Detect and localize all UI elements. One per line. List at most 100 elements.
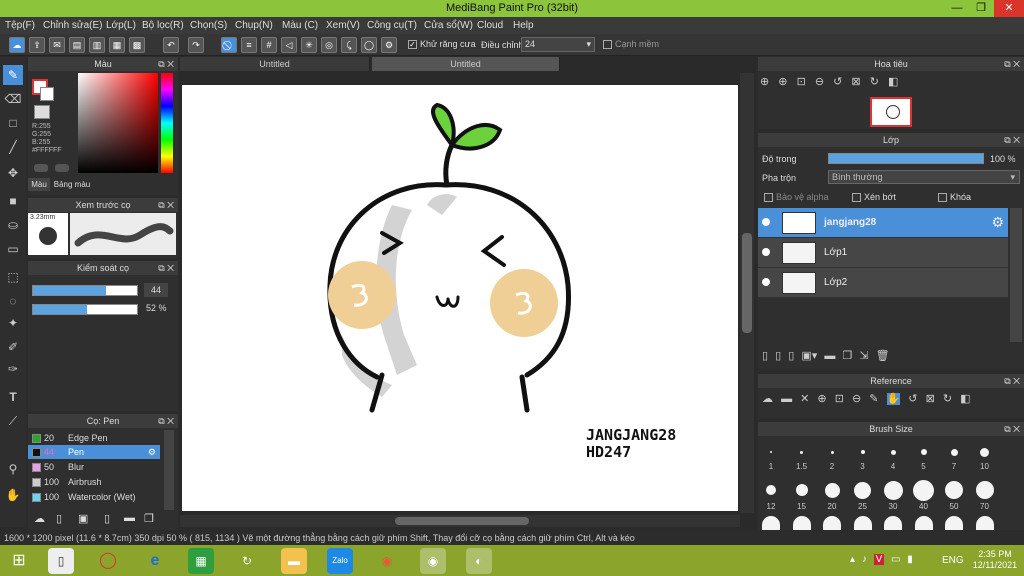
brush-size-dot[interactable] (823, 516, 841, 530)
cloud-icon[interactable]: ☁ (762, 393, 773, 405)
new-layer-icon[interactable]: ▯ (762, 350, 768, 362)
cloud-icon[interactable]: ☁ (9, 37, 25, 53)
clipping-option[interactable]: Xén bớt (852, 192, 896, 203)
brush-size-dot[interactable] (890, 449, 896, 455)
zalo-icon[interactable]: Zalo (327, 548, 353, 574)
vertical-scrollbar[interactable] (740, 73, 754, 513)
perspective-icon[interactable]: ◁ (281, 37, 297, 53)
select-tool-icon[interactable]: ⬚ (3, 267, 23, 287)
text-tool-icon[interactable]: T (3, 387, 23, 407)
snap-settings-icon[interactable]: ⚙ (381, 37, 397, 53)
chrome-active-icon[interactable]: ◉ (420, 548, 446, 574)
rotate-right-icon[interactable]: ↻ (943, 393, 952, 405)
zoom-in-icon[interactable]: ⊕ (817, 393, 826, 405)
brush-size-dot[interactable] (860, 450, 865, 454)
cloud-icon[interactable]: ☁ (34, 512, 45, 525)
zoom-out-icon[interactable]: ⊖ (815, 76, 824, 88)
bucket-tool-icon[interactable]: ⛀ (3, 215, 23, 235)
tab-untitled-1[interactable]: Untitled (180, 57, 370, 71)
close-icon[interactable]: ⧉ ✕ (1004, 422, 1020, 436)
soft-edge-option[interactable]: Cạnh mềm (603, 39, 659, 50)
menu-cloud[interactable]: Cloud (477, 20, 503, 31)
copy-icon[interactable]: ❐ (144, 512, 154, 525)
circle-snap-icon[interactable]: ◎ (321, 37, 337, 53)
hand-tool-icon[interactable]: ✋ (3, 485, 23, 505)
antialias-checkbox[interactable]: ✓ (408, 40, 417, 50)
eyedropper-tool-icon[interactable]: ⚲ (3, 459, 23, 479)
menu-file[interactable]: Tệp(F) (5, 20, 35, 31)
page-icon[interactable]: ▥ (89, 37, 105, 53)
menu-window[interactable]: Cửa sổ(W) (424, 20, 473, 31)
medibang-icon[interactable]: ◐ (466, 548, 492, 574)
remove-color-icon[interactable] (55, 164, 69, 172)
layer-list-scrollbar[interactable] (1010, 208, 1022, 342)
lasso-tool-icon[interactable]: ◌ (3, 291, 23, 311)
folder-icon[interactable]: ▬ (824, 350, 835, 362)
curve-snap-icon[interactable]: ⤹ (341, 37, 357, 53)
delete-layer-icon[interactable]: 🗑 (876, 350, 890, 362)
visibility-icon[interactable] (762, 278, 770, 286)
layer-row-lop2[interactable]: Lớp2 (758, 268, 1008, 298)
redo-icon[interactable]: ↷ (188, 37, 204, 53)
maximize-button[interactable]: ❐ (968, 0, 994, 17)
document-icon[interactable]: ▤ (69, 37, 85, 53)
tiles-icon[interactable]: ▩ (129, 37, 145, 53)
close-icon[interactable]: ⧉ ✕ (1004, 57, 1020, 71)
new-halftone-layer-icon[interactable]: ▯ (788, 350, 794, 362)
rotate-right-icon[interactable]: ↻ (870, 76, 879, 88)
windows-start-icon[interactable]: ⊞ (6, 548, 32, 574)
close-icon[interactable]: ⧉ ✕ (1004, 133, 1020, 147)
drawing-canvas[interactable]: JANGJANG28 HD247 (182, 85, 738, 511)
lock-checkbox[interactable] (938, 193, 947, 203)
brush-size-value[interactable]: 44 (144, 283, 168, 297)
hue-slider[interactable] (161, 73, 173, 173)
share-icon[interactable]: ⇪ (29, 37, 45, 53)
fit-window-icon[interactable]: ⊡ (797, 76, 806, 88)
chat-icon[interactable]: ✉ (49, 37, 65, 53)
layer-row-lop1[interactable]: Lớp1 (758, 238, 1008, 268)
rotate-left-icon[interactable]: ↺ (833, 76, 842, 88)
radial-icon[interactable]: ✳ (301, 37, 317, 53)
menu-filter[interactable]: Bộ lọc(R) (142, 20, 184, 31)
brush-menu-icon[interactable]: ▣ (78, 512, 88, 525)
navigator-thumbnail[interactable] (870, 97, 912, 127)
new-color-layer-icon[interactable]: ▯ (775, 350, 781, 362)
brush-item-airbrush[interactable]: 100 Airbrush (28, 475, 160, 489)
brush-size-dot[interactable] (914, 516, 933, 530)
fill-rect-tool-icon[interactable]: ■ (3, 191, 23, 211)
rectangle-tool-icon[interactable]: □ (3, 113, 23, 133)
store-icon[interactable]: ▦ (188, 548, 214, 574)
move-tool-icon[interactable]: ✥ (3, 163, 23, 183)
transparent-color-swatch[interactable] (34, 105, 50, 119)
ie-icon[interactable]: e (142, 548, 168, 574)
brush-size-dot[interactable] (853, 516, 872, 530)
brush-tool-icon[interactable]: ✎ (3, 65, 23, 85)
menu-view[interactable]: Xem(V) (326, 20, 360, 31)
add-color-icon[interactable] (34, 164, 48, 172)
horizontal-scrollbar[interactable] (180, 515, 740, 527)
flip-icon[interactable]: ⊠ (851, 76, 860, 88)
merge-layer-icon[interactable]: ⇲ (859, 350, 868, 362)
new-brush-icon[interactable]: ▯ (56, 512, 62, 525)
eyedropper-icon[interactable]: ✎ (869, 393, 878, 405)
close-icon[interactable]: ⧉ ✕ (158, 414, 174, 428)
zoom-out-icon[interactable]: ⊖ (852, 393, 861, 405)
brush-size-dot[interactable] (920, 449, 927, 455)
zoom-in-icon[interactable]: ⊕ (778, 76, 787, 88)
delete-brush-icon[interactable]: ▯ (104, 512, 110, 525)
chrome-icon[interactable]: ◉ (374, 548, 400, 574)
gear-icon[interactable]: ⚙ (148, 445, 156, 459)
clock[interactable]: 2:35 PM 12/11/2021 (970, 549, 1020, 571)
brush-size-dot[interactable] (884, 516, 902, 530)
antialias-option[interactable]: ✓ Khử răng cưa (408, 39, 476, 50)
brush-size-dot[interactable] (824, 482, 840, 498)
fit-icon[interactable]: ⊡ (835, 393, 844, 405)
mirror-icon[interactable]: ◧ (888, 76, 898, 88)
brush-size-dot[interactable] (770, 451, 772, 453)
brush-size-dot[interactable] (762, 516, 780, 530)
brush-size-dot[interactable] (883, 480, 903, 500)
close-icon[interactable]: ⧉ ✕ (158, 57, 174, 71)
menu-color[interactable]: Màu (C) (282, 20, 318, 31)
brush-size-dot[interactable] (913, 479, 934, 501)
ellipse-snap-icon[interactable]: ◯ (361, 37, 377, 53)
